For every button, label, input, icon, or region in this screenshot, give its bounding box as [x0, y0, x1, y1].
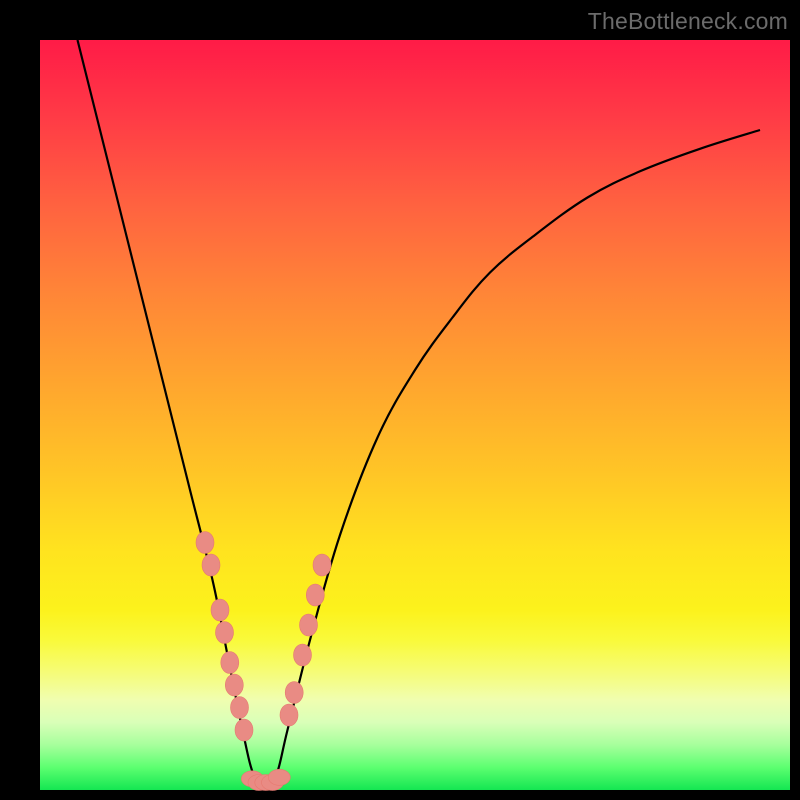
marker-dot	[225, 674, 243, 696]
marker-dot	[231, 697, 249, 719]
marker-dot	[268, 769, 290, 785]
marker-dot	[306, 584, 324, 606]
chart-svg	[40, 40, 790, 790]
marker-dot	[221, 652, 239, 674]
marker-dot	[202, 554, 220, 576]
marker-dot	[300, 614, 318, 636]
marker-dot	[313, 554, 331, 576]
marker-dot	[280, 704, 298, 726]
marker-dot	[285, 682, 303, 704]
curve-markers	[196, 532, 331, 791]
watermark-text: TheBottleneck.com	[588, 8, 788, 35]
marker-dot	[294, 644, 312, 666]
marker-dot	[196, 532, 214, 554]
plot-area	[40, 40, 790, 790]
bottleneck-curve	[78, 40, 761, 783]
marker-dot	[211, 599, 229, 621]
marker-dot	[216, 622, 234, 644]
marker-dot	[235, 719, 253, 741]
chart-canvas: TheBottleneck.com	[0, 0, 800, 800]
